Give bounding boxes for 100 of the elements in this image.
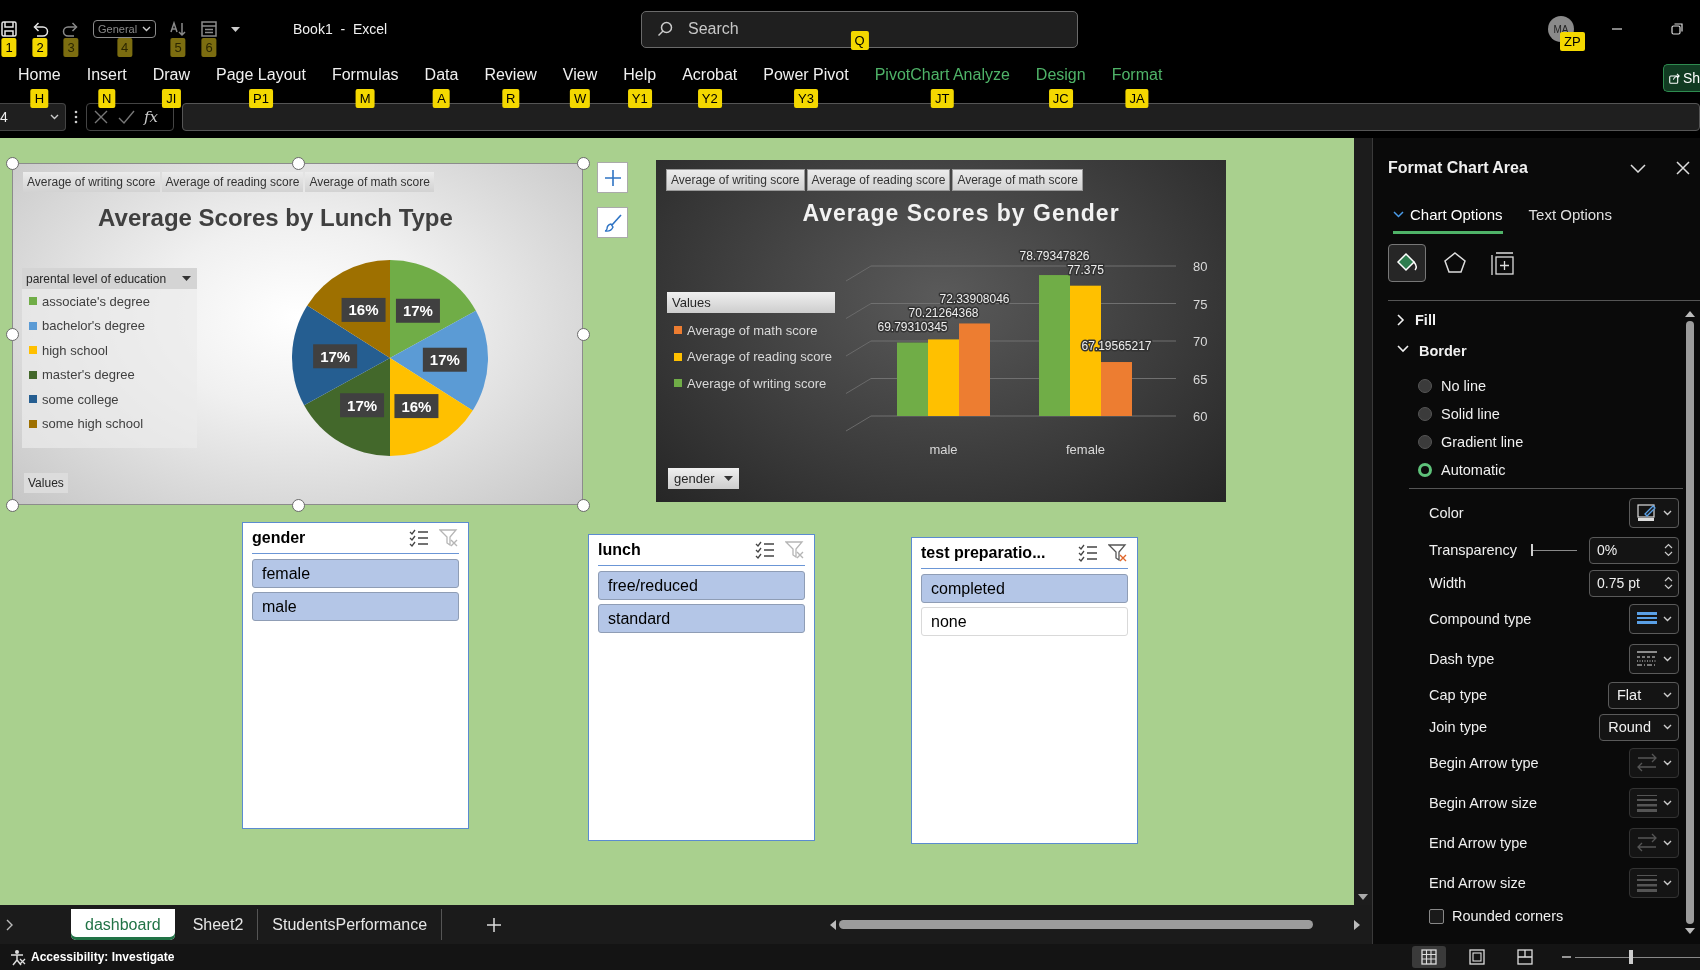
- checkbox-label[interactable]: Rounded corners: [1452, 908, 1564, 924]
- spin-field[interactable]: 0%: [1589, 536, 1679, 564]
- scroll-thumb[interactable]: [839, 920, 1313, 929]
- share-button[interactable]: Sh: [1663, 64, 1700, 92]
- field-button[interactable]: Average of writing score: [666, 169, 805, 191]
- ribbon-tab[interactable]: Home: [5, 64, 74, 86]
- ribbon-tab[interactable]: PivotChart Analyze: [861, 64, 1023, 86]
- close-icon[interactable]: [1676, 161, 1690, 175]
- property-label: Cap type: [1429, 687, 1489, 703]
- sheet-tab[interactable]: Sheet2: [178, 909, 259, 940]
- more-icon[interactable]: [74, 110, 78, 124]
- chart-area[interactable]: [656, 160, 1226, 502]
- insert-function-button[interactable]: fx: [144, 108, 158, 126]
- scroll-thumb[interactable]: [1686, 321, 1694, 924]
- field-button[interactable]: Average of writing score: [23, 172, 160, 192]
- chart-elements-button[interactable]: [597, 162, 628, 193]
- restore-icon[interactable]: [1671, 23, 1683, 35]
- resize-handle[interactable]: [6, 157, 19, 170]
- resize-handle[interactable]: [6, 499, 19, 512]
- scrollbar[interactable]: [1354, 138, 1372, 905]
- scroll-down-icon[interactable]: [1685, 928, 1695, 934]
- enter-icon[interactable]: [118, 109, 135, 125]
- ribbon-tab[interactable]: Design: [1022, 64, 1099, 86]
- radio-button[interactable]: [1418, 463, 1432, 477]
- caret-icon: [1663, 656, 1672, 662]
- field-button[interactable]: Average of math score: [305, 172, 434, 192]
- section-header[interactable]: Border: [1389, 335, 1683, 366]
- slicer-item[interactable]: standard: [598, 604, 805, 633]
- zoom-out-icon[interactable]: [1562, 953, 1571, 961]
- field-button[interactable]: Average of math score: [952, 169, 1083, 191]
- section-header[interactable]: Fill: [1389, 304, 1683, 335]
- scroll-up-icon[interactable]: [1685, 311, 1695, 317]
- field-button[interactable]: Average of reading score: [806, 169, 951, 191]
- slider-thumb[interactable]: [1629, 950, 1634, 964]
- resize-handle[interactable]: [577, 157, 590, 170]
- scroll-right-icon[interactable]: [1354, 919, 1360, 930]
- ribbon-tab[interactable]: Formulas: [318, 64, 412, 86]
- slicer-item[interactable]: female: [252, 559, 459, 588]
- slicer-item[interactable]: male: [252, 592, 459, 621]
- key-tip: 2: [32, 38, 48, 57]
- color-picker-button[interactable]: [1629, 498, 1679, 528]
- radio-button[interactable]: [1418, 379, 1432, 393]
- sheet-tab[interactable]: dashboard: [71, 909, 175, 940]
- ribbon-tab[interactable]: Insert: [73, 64, 140, 86]
- ribbon-tab[interactable]: Format: [1098, 64, 1176, 86]
- resize-handle[interactable]: [577, 499, 590, 512]
- multi-select-icon[interactable]: [409, 528, 429, 548]
- radio-label[interactable]: Solid line: [1441, 406, 1500, 422]
- ribbon-tab[interactable]: Review: [471, 64, 550, 86]
- view-button[interactable]: [1412, 946, 1446, 968]
- radio-label[interactable]: Gradient line: [1441, 434, 1524, 450]
- customize-caret-icon[interactable]: [231, 26, 241, 32]
- scroll-tabs-icon[interactable]: [6, 918, 14, 931]
- line-style-dropdown[interactable]: [1629, 604, 1679, 634]
- field-button[interactable]: Average of reading score: [161, 172, 304, 192]
- slicer-item[interactable]: free/reduced: [598, 571, 805, 600]
- multi-select-icon[interactable]: [1078, 543, 1098, 563]
- undo-icon[interactable]: [31, 20, 49, 38]
- data-label: 17%: [340, 393, 385, 418]
- dropdown[interactable]: Round: [1599, 713, 1679, 741]
- accessibility-status[interactable]: Accessibility: Investigate: [31, 950, 175, 964]
- multi-select-icon[interactable]: [755, 540, 775, 560]
- slicer-item[interactable]: none: [921, 607, 1128, 636]
- radio-label[interactable]: No line: [1441, 378, 1487, 394]
- ribbon-tab[interactable]: View: [549, 64, 611, 86]
- save-icon[interactable]: [0, 20, 18, 38]
- ribbon-tab[interactable]: Page Layout: [203, 64, 319, 86]
- pane-tab[interactable]: Chart Options: [1393, 198, 1503, 234]
- name-box[interactable]: 4: [0, 103, 66, 131]
- clear-filter-icon[interactable]: [1108, 543, 1128, 563]
- checkbox[interactable]: [1429, 908, 1444, 924]
- ribbon-tab[interactable]: Power Pivot: [750, 64, 862, 86]
- icon-tab[interactable]: [1388, 244, 1426, 282]
- ribbon-tab[interactable]: Draw: [139, 64, 204, 86]
- radio-button[interactable]: [1418, 407, 1432, 421]
- chart-area[interactable]: [12, 163, 583, 505]
- slicer-item[interactable]: completed: [921, 574, 1128, 603]
- sheet-tab[interactable]: StudentsPerformance: [258, 909, 443, 940]
- spin-field[interactable]: 0.75 pt: [1589, 569, 1679, 597]
- radio-label[interactable]: Automatic: [1441, 462, 1506, 478]
- ribbon-tab[interactable]: Data: [411, 64, 472, 86]
- radio-button[interactable]: [1418, 435, 1432, 449]
- dropdown[interactable]: Flat: [1608, 681, 1679, 709]
- cancel-icon[interactable]: [93, 109, 109, 125]
- pane-tab[interactable]: Text Options: [1528, 198, 1612, 234]
- scroll-down-icon[interactable]: [1358, 894, 1368, 900]
- values-button[interactable]: Values: [24, 473, 68, 493]
- scroll-left-icon[interactable]: [830, 919, 836, 930]
- ribbon-tab[interactable]: Help: [610, 64, 670, 86]
- legend-field-button[interactable]: parental level of education: [22, 268, 197, 289]
- add-sheet-icon[interactable]: [487, 917, 502, 932]
- property-label: Dash type: [1429, 651, 1496, 667]
- axis-field-button[interactable]: gender: [668, 468, 740, 489]
- ribbon-tab[interactable]: Acrobat: [669, 64, 751, 86]
- collapse-icon[interactable]: [1630, 163, 1646, 173]
- chart-styles-button[interactable]: [597, 207, 628, 238]
- formula-input[interactable]: [182, 103, 1700, 131]
- accessibility-icon[interactable]: [9, 948, 26, 966]
- values-button[interactable]: Values: [667, 292, 835, 313]
- line-style-dropdown[interactable]: [1629, 644, 1679, 674]
